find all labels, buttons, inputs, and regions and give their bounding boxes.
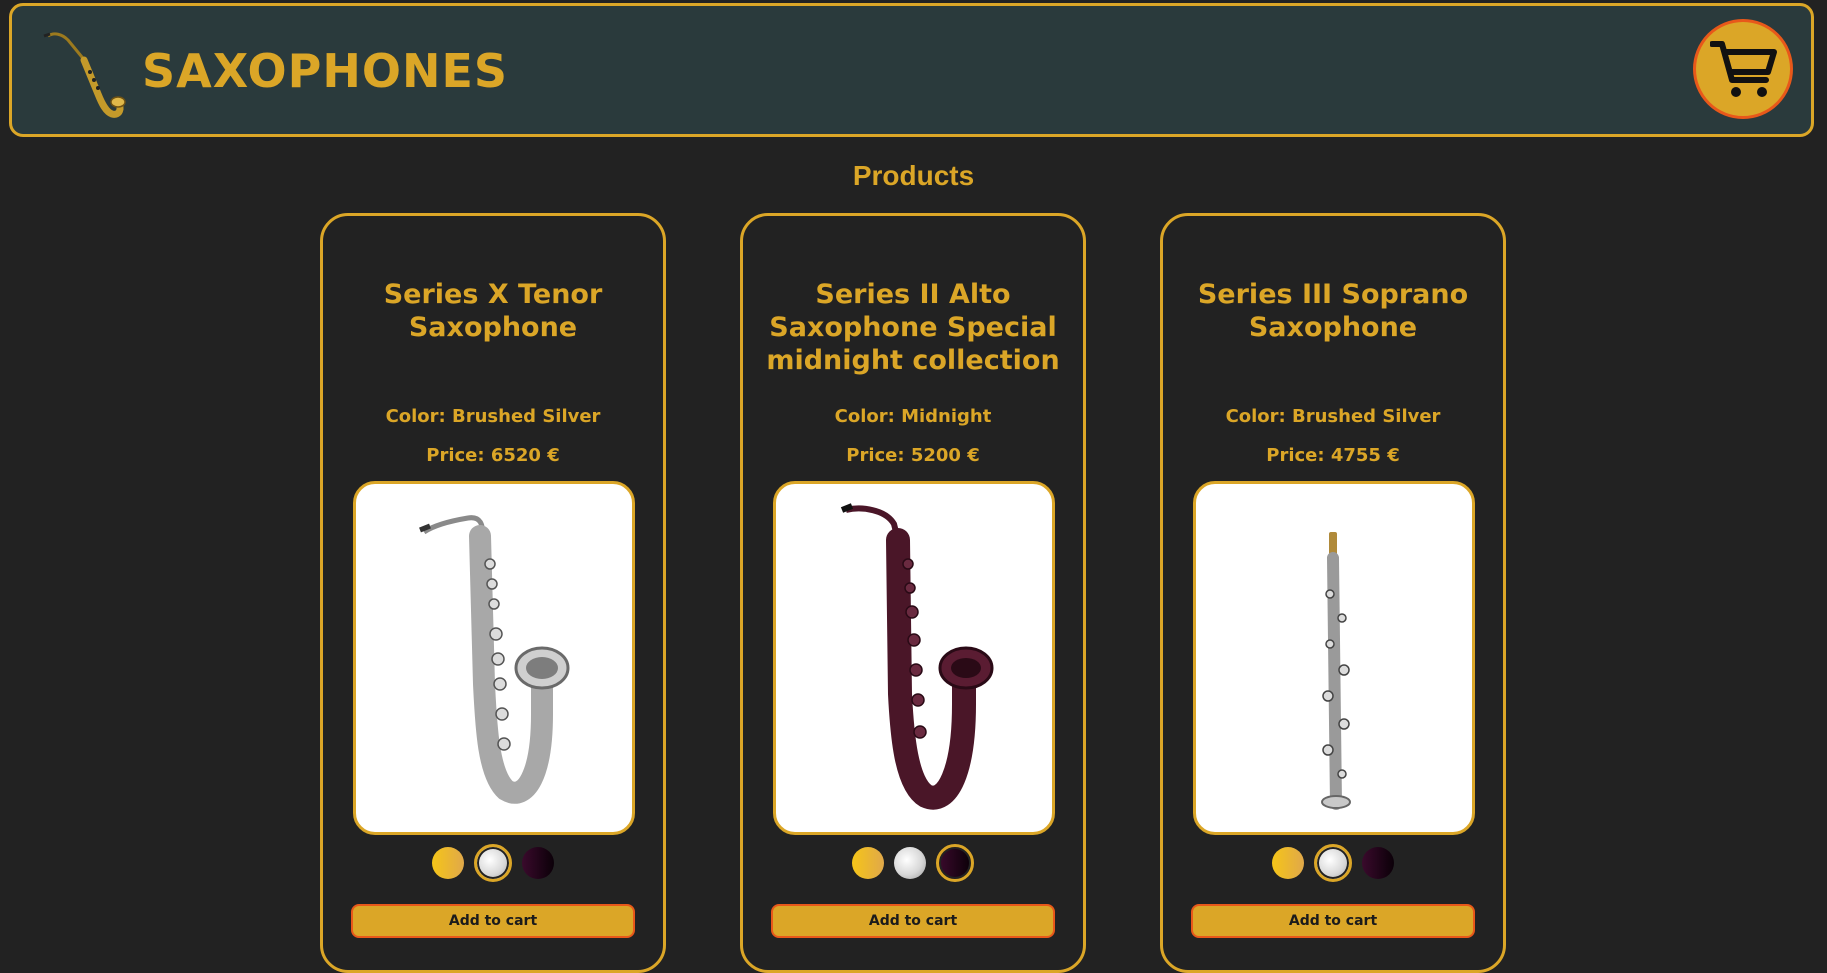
swatch-midnight[interactable] xyxy=(522,847,554,879)
swatch-gold[interactable] xyxy=(1272,847,1304,879)
brand-title[interactable]: SAXOPHONES xyxy=(142,44,508,98)
swatch-silver[interactable] xyxy=(894,847,926,879)
add-to-cart-button[interactable]: Add to cart xyxy=(351,904,635,938)
product-image[interactable] xyxy=(353,481,635,835)
product-name: Series III Soprano Saxophone xyxy=(1197,279,1469,343)
cart-button[interactable] xyxy=(1693,19,1793,119)
swatch-silver[interactable] xyxy=(474,844,512,882)
saxophone-logo-icon[interactable] xyxy=(40,28,132,124)
product-color: Color: Midnight xyxy=(834,406,992,427)
product-price: Price: 5200 € xyxy=(846,445,980,466)
color-swatches xyxy=(1163,843,1503,883)
product-color: Color: Brushed Silver xyxy=(1225,406,1441,427)
product-name: Series II Alto Saxophone Special midnigh… xyxy=(766,279,1060,376)
swatch-midnight[interactable] xyxy=(1362,847,1394,879)
site-header: SAXOPHONES xyxy=(9,3,1814,137)
shopping-cart-icon xyxy=(1710,41,1777,97)
product-card: Series X Tenor Saxophone Color: Brushed … xyxy=(320,213,666,973)
product-price: Price: 4755 € xyxy=(1266,445,1400,466)
swatch-midnight[interactable] xyxy=(936,844,974,882)
product-name: Series X Tenor Saxophone xyxy=(383,279,603,343)
product-price: Price: 6520 € xyxy=(426,445,560,466)
swatch-gold[interactable] xyxy=(432,847,464,879)
swatch-gold[interactable] xyxy=(852,847,884,879)
products-heading: Products xyxy=(852,160,975,191)
color-swatches xyxy=(743,843,1083,883)
product-image[interactable] xyxy=(1193,481,1475,835)
color-swatches xyxy=(323,843,663,883)
product-image[interactable] xyxy=(773,481,1055,835)
product-card: Series III Soprano Saxophone Color: Brus… xyxy=(1160,213,1506,973)
add-to-cart-button[interactable]: Add to cart xyxy=(1191,904,1475,938)
product-color: Color: Brushed Silver xyxy=(385,406,601,427)
product-card: Series II Alto Saxophone Special midnigh… xyxy=(740,213,1086,973)
add-to-cart-button[interactable]: Add to cart xyxy=(771,904,1055,938)
swatch-silver[interactable] xyxy=(1314,844,1352,882)
